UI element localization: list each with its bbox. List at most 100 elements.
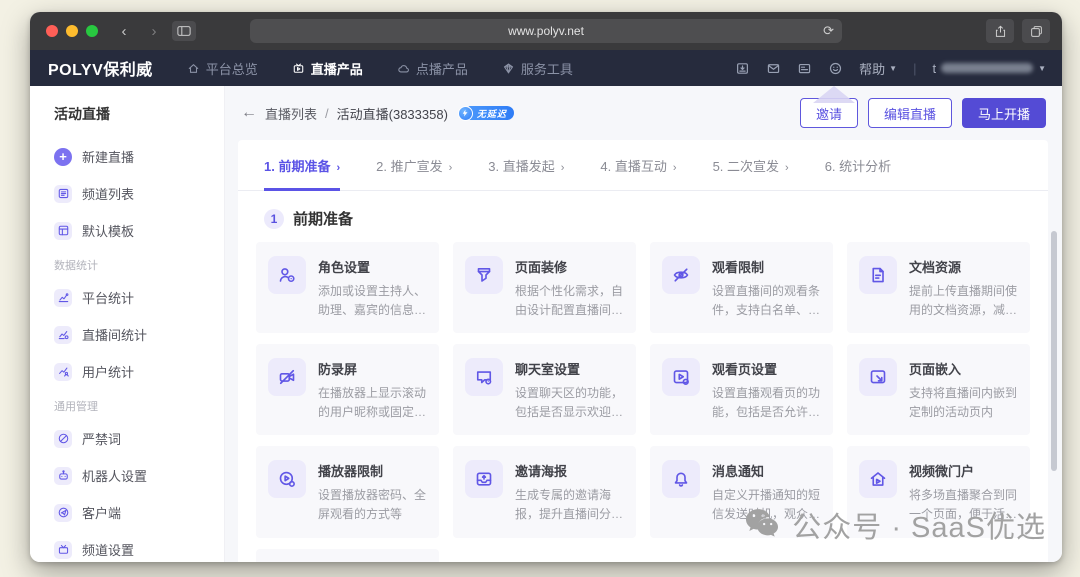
browser-chrome: ‹ › www.polyv.net ⟳ [30,12,1062,50]
username-redacted [941,63,1033,73]
card-title: 消息通知 [712,461,821,480]
card-title: 角色设置 [318,257,427,276]
card-watch-limit[interactable]: 观看限制设置直播间的观看条件，支持白名单、报名观看、验... [650,242,833,333]
content-panel: 1. 前期准备› 2. 推广宣发› 3. 直播发起› 4. 直播互动› 5. 二次宣发›… [238,140,1048,562]
wechat-logo-icon [742,505,782,545]
plus-icon: + [54,148,72,166]
card-anti-record[interactable]: 防录屏在播放器上显示滚动的用户昵称或固定文字，达到防... [256,344,439,435]
address-bar[interactable]: www.polyv.net ⟳ [250,19,842,43]
sidebar-item-platform-stats[interactable]: 平台统计 [30,279,224,316]
role-icon [268,256,306,294]
browser-forward-button[interactable]: › [142,21,166,41]
card-role-settings[interactable]: 角色设置添加或设置主持人、助理、嘉宾的信息。以及新增助... [256,242,439,333]
card-invite-poster[interactable]: 邀请海报生成专属的邀请海报，提升直播间分享裂变的效果 [453,446,636,537]
sidebar-item-label: 默认模板 [82,221,134,240]
poster-icon [465,460,503,498]
card-chatroom-settings[interactable]: 聊天室设置设置聊天区的功能，包括是否显示欢迎语、是否支持... [453,344,636,435]
service-icon[interactable] [828,61,843,76]
card-doc-resource[interactable]: 文档资源提前上传直播期间使用的文档资源，减少直播中的失... [847,242,1030,333]
chevron-down-icon: ▼ [889,64,897,73]
browser-sidebar-icon[interactable] [172,21,196,41]
tab-promotion[interactable]: 2. 推广宣发› [376,156,452,190]
player-icon [268,460,306,498]
sidebar-item-banned-words[interactable]: 严禁词 [30,420,224,457]
nav-item-vod-products[interactable]: 点播产品 [397,59,468,78]
app-navbar: POLYV保利威 平台总览直播产品点播产品服务工具 帮助 ▼ | t ▼ [30,50,1062,86]
tab-preparation[interactable]: 1. 前期准备› [264,156,340,191]
client-icon [54,504,72,522]
polyv-logo[interactable]: POLYV保利威 [48,56,153,80]
card-title: 页面嵌入 [909,359,1018,378]
traffic-lights [46,25,98,37]
browser-back-button[interactable]: ‹ [112,21,136,41]
card-description: 添加或设置主持人、助理、嘉宾的信息。以及新增助... [318,282,427,319]
chatgear-icon [465,358,503,396]
nav-item-label: 直播产品 [311,59,363,78]
scrollbar-thumb[interactable] [1051,231,1057,471]
tab-interaction[interactable]: 4. 直播互动› [600,156,676,190]
card-page-decoration[interactable]: 页面装修根据个性化需求，自由设计配置直播间元素。支持自... [453,242,636,333]
breadcrumb-parent[interactable]: 直播列表 [265,104,317,123]
close-window-button[interactable] [46,25,58,37]
card-title: 观看限制 [712,257,821,276]
sidebar-item-default-template[interactable]: 默认模板 [30,212,224,249]
card-title: 邀请海报 [515,461,624,480]
sidebar-item-label: 新建直播 [82,147,134,166]
edit-live-button[interactable]: 编辑直播 [868,98,952,128]
card-page-embed[interactable]: 页面嵌入支持将直播间内嵌到定制的活动页内 [847,344,1030,435]
sidebar-item-label: 平台统计 [82,288,134,307]
chevron-right-icon: › [449,162,453,174]
start-live-button[interactable]: 马上开播 [962,98,1046,128]
sidebar-group-label: 数据统计 [30,249,224,279]
billing-icon[interactable] [797,61,812,76]
badge-label: 无延迟 [468,106,514,120]
sidebar-title: 活动直播 [30,100,224,138]
nav-item-live-products[interactable]: 直播产品 [292,59,363,78]
sidebar-item-label: 频道列表 [82,184,134,203]
step-tabs: 1. 前期准备› 2. 推广宣发› 3. 直播发起› 4. 直播互动› 5. 二次宣发›… [238,140,1048,191]
chart2-icon [54,326,72,344]
card-title: 防录屏 [318,359,427,378]
minimize-window-button[interactable] [66,25,78,37]
chevron-right-icon: › [785,162,789,174]
card-watchpage-settings[interactable]: 观看页设置设置直播观看页的功能，包括是否允许移动端观看等 [650,344,833,435]
reload-icon[interactable]: ⟳ [823,23,834,39]
tool-icon [502,62,515,75]
sidebar-item-client[interactable]: 客户端 [30,494,224,531]
nav-item-platform-overview[interactable]: 平台总览 [187,59,258,78]
section-title: 前期准备 [293,208,353,229]
mail-icon[interactable] [766,61,781,76]
card-description: 设置播放器密码、全屏观看的方式等 [318,486,427,523]
tab-re-promotion[interactable]: 5. 二次宣发› [713,156,789,190]
sidebar-item-robot-settings[interactable]: 机器人设置 [30,457,224,494]
card-description: 设置直播间的观看条件，支持白名单、报名观看、验... [712,282,821,319]
zoom-window-button[interactable] [86,25,98,37]
share-icon[interactable] [986,19,1014,43]
help-menu[interactable]: 帮助 ▼ [859,59,897,78]
main-content: ← 直播列表 / 活动直播(3833358) 无延迟 邀请编辑直播马上开播 1.… [225,86,1062,562]
url-text: www.polyv.net [508,24,584,38]
tabs-overview-icon[interactable] [1022,19,1050,43]
tab-launch[interactable]: 3. 直播发起› [488,156,564,190]
card-description: 根据个性化需求，自由设计配置直播间元素。支持自... [515,282,624,319]
card-description: 生成专属的邀请海报，提升直播间分享裂变的效果 [515,486,624,523]
eyeoff-icon [662,256,700,294]
nav-item-service-tools[interactable]: 服务工具 [502,59,573,78]
sidebar-item-label: 客户端 [82,503,121,522]
watermark: 公众号 · SaaS优选 [742,504,1046,546]
account-menu[interactable]: t ▼ [932,61,1046,76]
card-title: 视频微门户 [909,461,1018,480]
chevron-down-icon: ▼ [1038,64,1046,73]
bell-icon [662,460,700,498]
sidebar-item-room-stats[interactable]: 直播间统计 [30,316,224,353]
inbox-icon[interactable] [735,61,750,76]
card-wechat-official[interactable]: 公众号适用于直播间引流至公众号或客服，沉淀用户至私域... [256,549,439,562]
card-player-limit[interactable]: 播放器限制设置播放器密码、全屏观看的方式等 [256,446,439,537]
sidebar-item-channel-settings[interactable]: 频道设置 [30,531,224,562]
sidebar-item-user-stats[interactable]: 用户统计 [30,353,224,390]
section-number-badge: 1 [264,209,284,229]
tab-statistics[interactable]: 6. 统计分析 [825,156,891,190]
sidebar-item-channel-list[interactable]: 频道列表 [30,175,224,212]
sidebar-item-new-live[interactable]: + 新建直播 [30,138,224,175]
back-arrow-icon[interactable]: ← [241,104,257,122]
